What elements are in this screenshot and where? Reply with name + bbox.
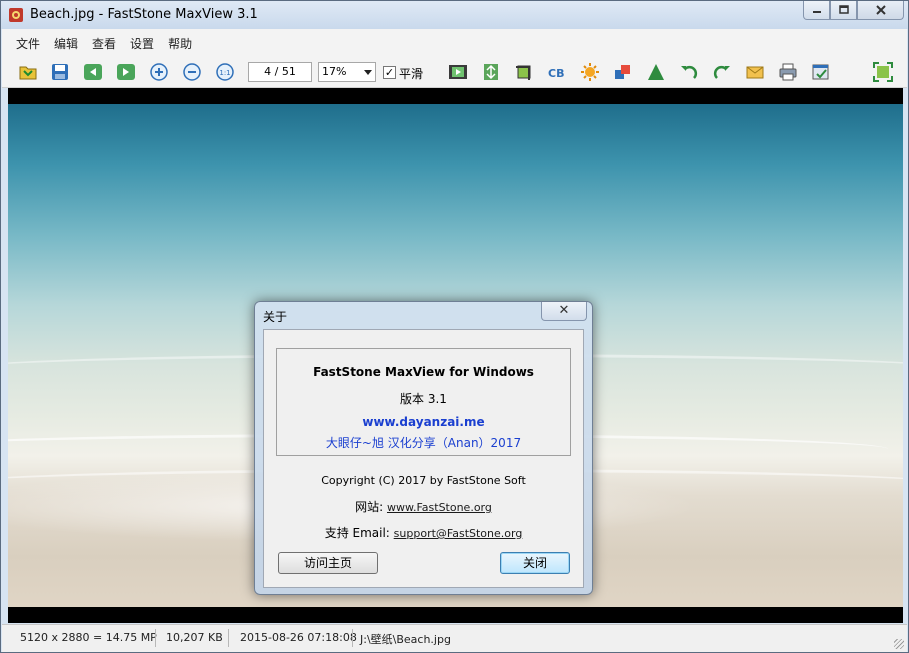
resize-grip[interactable] — [894, 639, 904, 649]
menu-edit[interactable]: 编辑 — [47, 35, 85, 52]
maximize-icon — [838, 5, 849, 14]
actual-size-button[interactable]: 1:1 — [215, 62, 235, 82]
product-name: FastStone MaxView for Windows — [313, 365, 534, 379]
svg-text:1:1: 1:1 — [219, 69, 230, 77]
print-icon — [779, 63, 797, 81]
chevron-down-icon — [364, 70, 372, 75]
title-bar[interactable]: Beach.jpg - FastStone MaxView 3.1 — [1, 1, 908, 29]
dialog-close-button[interactable]: ✕ — [541, 302, 587, 321]
slideshow-icon — [449, 65, 467, 79]
next-icon — [117, 64, 135, 80]
dialog-title: 关于 — [263, 310, 288, 324]
open-button[interactable] — [18, 62, 38, 82]
color-balance-icon: CB — [548, 67, 564, 80]
minimize-button[interactable] — [803, 1, 830, 20]
site-link[interactable]: www.dayanzai.me — [277, 415, 570, 429]
sharpen-icon — [648, 64, 664, 80]
zoom-in-button[interactable] — [149, 62, 169, 82]
status-date: 2015-08-26 07:18:08 — [240, 631, 357, 644]
support-label: 支持 Email: — [324, 526, 390, 540]
about-dialog: 关于 ✕ FastStone MaxView for Windows 版本 3.… — [254, 301, 593, 595]
rotate-left-icon — [681, 65, 698, 79]
zoom-out-button[interactable] — [182, 62, 202, 82]
email-icon — [746, 66, 764, 79]
rotate-right-button[interactable] — [712, 62, 732, 82]
version-text: 版本 3.1 — [400, 392, 447, 406]
page-indicator[interactable]: 4 / 51 — [248, 62, 312, 82]
window-title: Beach.jpg - FastStone MaxView 3.1 — [30, 7, 258, 22]
website-row: 网站: www.FastStone.org — [264, 498, 583, 515]
zoom-value: 17% — [322, 65, 347, 78]
close-button[interactable] — [857, 1, 904, 20]
divider — [352, 629, 353, 647]
open-folder-icon — [19, 66, 37, 80]
status-bar: 5120 x 2880 = 14.75 MP 10,207 KB 2015-08… — [2, 624, 907, 652]
slideshow-button[interactable] — [448, 62, 468, 82]
rotate-right-icon — [713, 65, 730, 79]
divider — [228, 629, 229, 647]
app-icon — [9, 8, 23, 22]
maximize-button[interactable] — [830, 1, 857, 20]
fullscreen-button[interactable] — [873, 62, 893, 82]
menu-help[interactable]: 帮助 — [161, 35, 199, 52]
actual-size-icon: 1:1 — [216, 63, 234, 81]
menu-bar: 文件 编辑 查看 设置 帮助 — [2, 29, 907, 57]
status-dimensions: 5120 x 2880 = 14.75 MP — [20, 631, 157, 644]
edit-tools-icon — [812, 64, 829, 80]
minimize-icon — [812, 11, 821, 13]
fullscreen-icon — [873, 62, 893, 82]
support-email-link[interactable]: support@FastStone.org — [394, 527, 523, 540]
smooth-checkbox[interactable]: ✓ — [383, 66, 396, 79]
next-button[interactable] — [116, 62, 136, 82]
svg-text:CB: CB — [548, 67, 564, 80]
visit-homepage-button[interactable]: 访问主页 — [278, 552, 378, 574]
website-link[interactable]: www.FastStone.org — [387, 501, 492, 514]
credit-text: 大眼仔~旭 汉化分享（Anan）2017 — [325, 436, 522, 450]
previous-button[interactable] — [83, 62, 103, 82]
info-box: FastStone MaxView for Windows 版本 3.1 www… — [276, 348, 571, 456]
dialog-ok-button[interactable]: 关闭 — [500, 552, 570, 574]
color-depth-icon — [615, 65, 630, 79]
rotate-left-button[interactable] — [679, 62, 699, 82]
menu-view[interactable]: 查看 — [85, 35, 123, 52]
status-file-size: 10,207 KB — [166, 631, 223, 644]
close-icon: ✕ — [558, 303, 570, 318]
support-row: 支持 Email: support@FastStone.org — [264, 524, 583, 541]
toolbar: 1:1 4 / 51 17% ✓ 平滑 CB — [2, 57, 907, 88]
email-button[interactable] — [745, 62, 765, 82]
previous-icon — [84, 64, 102, 80]
zoom-out-icon — [183, 63, 201, 81]
status-path: J:\壁纸\Beach.jpg — [360, 633, 451, 646]
smooth-label: 平滑 — [399, 67, 424, 81]
menu-file[interactable]: 文件 — [9, 35, 47, 52]
brightness-icon — [581, 63, 599, 81]
crop-button[interactable] — [514, 62, 534, 82]
crop-icon — [516, 65, 531, 80]
close-icon — [875, 5, 886, 15]
brightness-button[interactable] — [580, 62, 600, 82]
main-window: Beach.jpg - FastStone MaxView 3.1 文件 编辑 … — [0, 0, 909, 653]
resize-button[interactable] — [481, 62, 501, 82]
zoom-in-icon — [150, 63, 168, 81]
resize-icon — [484, 64, 498, 80]
divider — [155, 629, 156, 647]
save-icon — [52, 64, 68, 80]
menu-settings[interactable]: 设置 — [123, 35, 161, 52]
dialog-body: FastStone MaxView for Windows 版本 3.1 www… — [263, 329, 584, 588]
edit-tools-button[interactable] — [811, 62, 831, 82]
website-label: 网站: — [355, 500, 384, 514]
print-button[interactable] — [778, 62, 798, 82]
color-depth-button[interactable] — [613, 62, 633, 82]
save-button[interactable] — [50, 62, 70, 82]
color-balance-button[interactable]: CB — [547, 62, 567, 82]
sharpen-button[interactable] — [646, 62, 666, 82]
copyright-text: Copyright (C) 2017 by FastStone Soft — [321, 474, 526, 487]
zoom-select[interactable]: 17% — [318, 62, 376, 82]
window-controls — [803, 1, 904, 21]
